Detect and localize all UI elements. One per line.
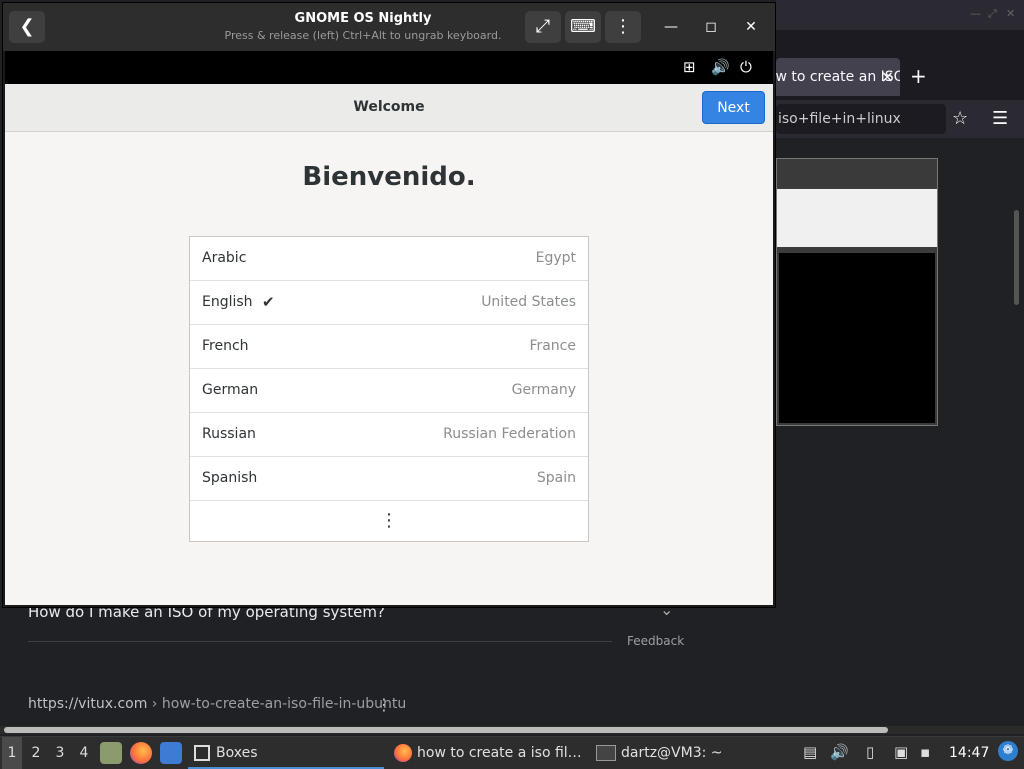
- task-boxes[interactable]: Boxes: [188, 737, 384, 769]
- result-thumbnail[interactable]: [776, 158, 938, 426]
- next-button[interactable]: Next: [702, 91, 765, 124]
- network-tray-icon[interactable]: ▣: [894, 743, 908, 761]
- task-firefox[interactable]: how to create a iso fil…: [392, 737, 584, 769]
- back-icon: ❮: [19, 16, 35, 37]
- boxes-headerbar: ❮ GNOME OS Nightly Press & release (left…: [3, 3, 775, 51]
- new-tab-button[interactable]: +: [910, 64, 927, 88]
- workspace-2[interactable]: 2: [26, 737, 46, 769]
- minimize-button[interactable]: —: [659, 15, 683, 39]
- taskbar: 1 2 3 4 Boxes how to create a iso fil… d…: [0, 736, 1024, 769]
- keyboard-icon: ⌨: [570, 16, 596, 37]
- menu-button[interactable]: ⋮: [605, 11, 641, 43]
- workspace-1[interactable]: 1: [2, 737, 22, 769]
- language-name: Russian: [202, 426, 256, 442]
- guest-headerbar: Welcome Next: [5, 84, 773, 132]
- feedback-link[interactable]: Feedback: [627, 634, 684, 648]
- close-button[interactable]: ✕: [739, 15, 763, 39]
- task-terminal-label: dartz@VM3: ~: [621, 745, 723, 761]
- browser-maximize-icon[interactable]: ⤢: [988, 7, 997, 21]
- workspace-3[interactable]: 3: [50, 737, 70, 769]
- thumbnail-screen: [779, 253, 935, 423]
- browser-scrollbar[interactable]: [1014, 210, 1019, 305]
- language-name: German: [202, 382, 259, 398]
- volume-tray-icon[interactable]: 🔊: [830, 743, 849, 761]
- fullscreen-button[interactable]: ⤢: [525, 11, 561, 43]
- task-boxes-label: Boxes: [216, 745, 258, 761]
- browser-titlebar: — ⤢ ✕: [776, 0, 1024, 30]
- workspace-4[interactable]: 4: [74, 737, 94, 769]
- file-manager-icon[interactable]: [100, 742, 122, 764]
- language-country: United States: [481, 294, 576, 310]
- browser-close-icon[interactable]: ✕: [1006, 7, 1015, 20]
- notification-icon[interactable]: ▪: [920, 743, 930, 761]
- language-row-spanish[interactable]: Spanish Spain: [190, 457, 588, 501]
- thumbnail-toolbar: [777, 189, 937, 247]
- notes-icon[interactable]: ▯: [866, 743, 874, 761]
- browser-menu-icon[interactable]: ☰: [992, 108, 1008, 129]
- horizontal-scrollbar[interactable]: [0, 726, 1024, 734]
- welcome-heading: Bienvenido.: [302, 162, 476, 192]
- result-menu-icon[interactable]: ⋮: [376, 695, 392, 714]
- checkmark-icon: ✔: [262, 293, 275, 311]
- network-icon[interactable]: ⊞: [683, 58, 696, 76]
- language-name: Arabic: [202, 250, 247, 266]
- boxes-window: ❮ GNOME OS Nightly Press & release (left…: [3, 3, 775, 607]
- tab-close-icon[interactable]: ×: [881, 58, 894, 96]
- guest-topbar: ⊞ 🔊 ⏻: [5, 51, 773, 84]
- system-menu-icon[interactable]: ❁: [998, 741, 1018, 761]
- language-country: France: [529, 338, 576, 354]
- task-firefox-label: how to create a iso fil…: [417, 745, 582, 761]
- page-title: Welcome: [353, 99, 425, 115]
- volume-icon[interactable]: 🔊: [711, 58, 730, 76]
- window-title: GNOME OS Nightly: [294, 11, 432, 26]
- language-name: French: [202, 338, 249, 354]
- language-list: Arabic Egypt English ✔ United States Fre…: [189, 236, 589, 542]
- language-row-russian[interactable]: Russian Russian Federation: [190, 413, 588, 457]
- clipboard-icon[interactable]: ▤: [803, 743, 817, 761]
- url-text: iso+file+in+linux: [778, 111, 901, 127]
- maximize-icon: ◻: [705, 19, 717, 35]
- language-name: Spanish: [202, 470, 258, 486]
- fullscreen-icon: ⤢: [535, 16, 551, 37]
- language-country: Germany: [511, 382, 576, 398]
- clock[interactable]: 14:47: [949, 737, 989, 769]
- scrollbar-thumb[interactable]: [4, 727, 888, 733]
- bookmark-star-icon[interactable]: ☆: [952, 108, 968, 129]
- language-row-french[interactable]: French France: [190, 325, 588, 369]
- language-name: English: [202, 294, 253, 310]
- terminal-icon: [596, 745, 616, 761]
- power-icon[interactable]: ⏻: [740, 58, 752, 76]
- cite-domain: https://vitux.com: [28, 696, 148, 712]
- language-row-arabic[interactable]: Arabic Egypt: [190, 237, 588, 281]
- guest-display[interactable]: Welcome Next Bienvenido. Arabic Egypt En…: [5, 84, 773, 605]
- language-country: Spain: [536, 470, 576, 486]
- browser-minimize-icon[interactable]: —: [970, 7, 981, 20]
- desktop-icon[interactable]: [160, 742, 182, 764]
- browser-tab[interactable]: how to create an ISO File ×: [776, 58, 900, 96]
- language-row-german[interactable]: German Germany: [190, 369, 588, 413]
- cite-path: › how-to-create-an-iso-file-in-ubuntu: [147, 696, 407, 712]
- maximize-button[interactable]: ◻: [699, 15, 723, 39]
- language-row-english[interactable]: English ✔ United States: [190, 281, 588, 325]
- more-icon: ⋮: [380, 510, 398, 531]
- close-icon: ✕: [745, 19, 757, 35]
- keyboard-button[interactable]: ⌨: [565, 11, 601, 43]
- result-cite[interactable]: https://vitux.com › how-to-create-an-iso…: [28, 696, 406, 712]
- boxes-app-icon: [194, 745, 210, 761]
- firefox-icon[interactable]: [130, 742, 152, 764]
- language-country: Russian Federation: [443, 426, 576, 442]
- divider: [28, 641, 612, 642]
- kebab-menu-icon: ⋮: [614, 16, 632, 37]
- window-subtitle: Press & release (left) Ctrl+Alt to ungra…: [224, 29, 502, 42]
- task-terminal[interactable]: dartz@VM3: ~: [594, 737, 754, 769]
- thumbnail-titlebar: [777, 159, 937, 187]
- minimize-icon: —: [664, 19, 678, 35]
- back-button[interactable]: ❮: [9, 11, 45, 43]
- url-bar[interactable]: iso+file+in+linux: [776, 104, 946, 134]
- language-country: Egypt: [535, 250, 576, 266]
- more-languages-button[interactable]: ⋮: [190, 501, 588, 541]
- firefox-task-icon: [394, 744, 412, 762]
